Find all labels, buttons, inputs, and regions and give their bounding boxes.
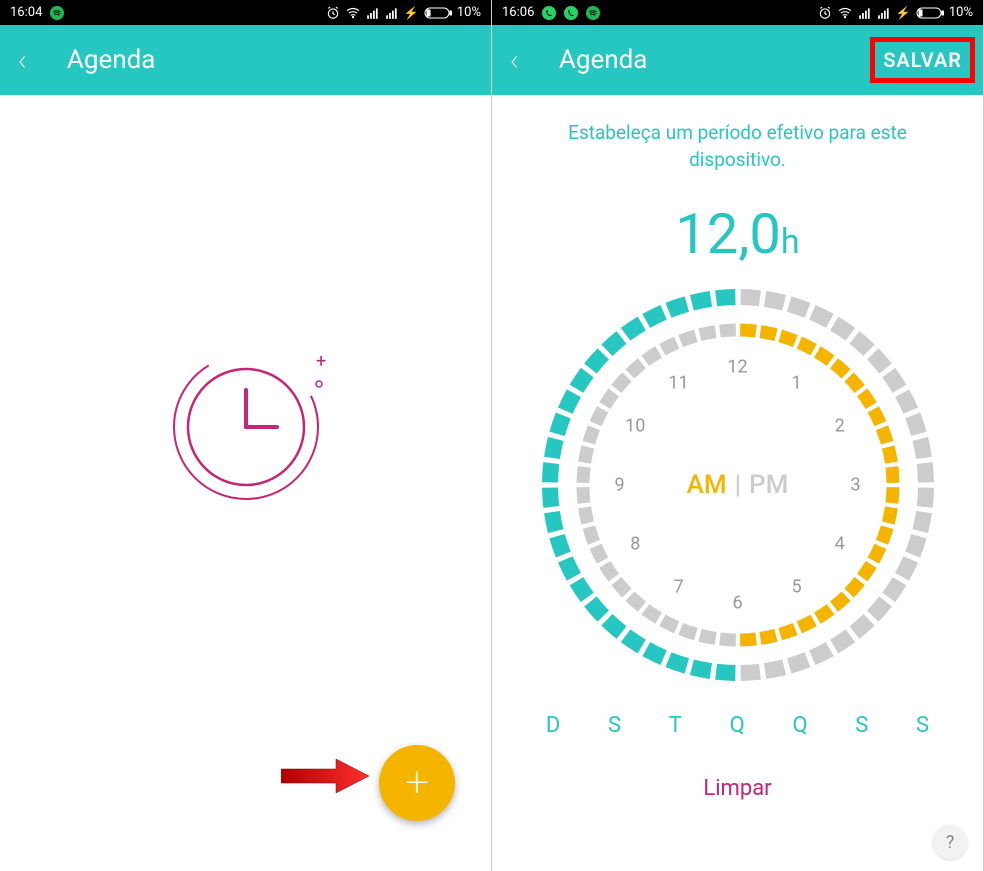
day-2[interactable]: T: [669, 713, 682, 738]
day-3[interactable]: Q: [730, 713, 745, 738]
add-button[interactable]: +: [379, 745, 455, 821]
signal-icon-2: [877, 6, 891, 20]
time-number: 12,0: [675, 201, 780, 267]
page-title: Agenda: [67, 45, 156, 75]
whatsapp-icon-2: [564, 6, 578, 20]
empty-clock-illustration: +: [151, 332, 341, 526]
alarm-icon: [818, 6, 832, 20]
am-label[interactable]: AM: [687, 470, 727, 500]
charging-icon: ⚡: [896, 6, 911, 20]
hour-3[interactable]: 3: [850, 475, 860, 496]
tutorial-arrow-icon: [281, 757, 371, 799]
main-content: Estabeleça um período efetivo para este …: [492, 95, 983, 871]
battery-icon: [424, 7, 452, 19]
status-time: 16:04: [10, 5, 42, 20]
signal-icon-2: [385, 6, 399, 20]
spotify-icon: [586, 6, 600, 20]
day-4[interactable]: Q: [792, 713, 807, 738]
am-pm-separator: |: [735, 470, 741, 500]
instruction-text: Estabeleça um período efetivo para este …: [512, 115, 963, 183]
back-button[interactable]: ‹: [18, 43, 27, 78]
hour-5[interactable]: 5: [791, 577, 801, 598]
svg-text:+: +: [316, 351, 326, 372]
battery-percent: 10%: [457, 5, 481, 20]
save-button[interactable]: SALVAR: [870, 37, 975, 83]
battery-percent: 10%: [949, 5, 973, 20]
day-1[interactable]: S: [608, 713, 621, 738]
status-time: 16:06: [502, 5, 534, 20]
hour-11[interactable]: 11: [668, 372, 688, 393]
pm-label[interactable]: PM: [749, 470, 788, 500]
day-5[interactable]: S: [855, 713, 868, 738]
hour-1[interactable]: 1: [791, 372, 801, 393]
signal-icon: [858, 6, 872, 20]
signal-icon: [366, 6, 380, 20]
time-picker[interactable]: AM | PM 121234567891011: [538, 285, 938, 685]
status-bar: 16:06 ⚡: [492, 0, 983, 25]
time-value-display: 12,0h: [512, 201, 963, 267]
main-content: + +: [0, 95, 491, 871]
hour-2[interactable]: 2: [835, 416, 845, 437]
charging-icon: ⚡: [404, 6, 419, 20]
day-selector: DSTQQSS: [522, 713, 953, 738]
am-pm-toggle[interactable]: AM | PM: [687, 470, 789, 500]
back-button[interactable]: ‹: [510, 43, 519, 78]
status-bar: 16:04 ⚡ 10%: [0, 0, 491, 25]
page-title: Agenda: [559, 45, 648, 75]
app-header: ‹ Agenda: [0, 25, 491, 95]
clear-button[interactable]: Limpar: [512, 776, 963, 801]
hour-7[interactable]: 7: [673, 577, 683, 598]
wifi-icon: [345, 6, 361, 20]
hour-4[interactable]: 4: [835, 534, 845, 555]
time-unit: h: [781, 222, 800, 262]
help-button[interactable]: ?: [933, 825, 967, 859]
hour-10[interactable]: 10: [625, 416, 645, 437]
wifi-icon: [837, 6, 853, 20]
hour-12[interactable]: 12: [727, 357, 747, 378]
app-header: ‹ Agenda SALVAR: [492, 25, 983, 95]
hour-8[interactable]: 8: [630, 534, 640, 555]
plus-icon: +: [405, 762, 429, 804]
hour-9[interactable]: 9: [614, 475, 624, 496]
alarm-icon: [326, 6, 340, 20]
day-6[interactable]: S: [916, 713, 929, 738]
phone-right: 16:06 ⚡: [492, 0, 984, 871]
day-0[interactable]: D: [546, 713, 560, 738]
spotify-icon: [50, 6, 64, 20]
battery-icon: [916, 7, 944, 19]
whatsapp-icon: [542, 6, 556, 20]
phone-left: 16:04 ⚡ 10% ‹ Agenda: [0, 0, 492, 871]
hour-6[interactable]: 6: [732, 593, 742, 614]
